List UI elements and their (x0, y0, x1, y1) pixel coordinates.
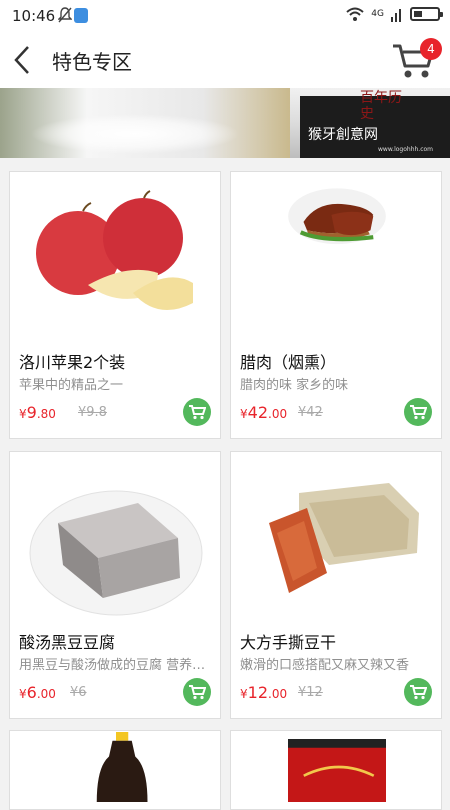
shield-icon (74, 8, 88, 23)
product-name: 酸汤黑豆豆腐 (19, 633, 116, 652)
product-name: 洛川苹果2个装 (19, 353, 126, 372)
page-title: 特色专区 (52, 50, 132, 74)
product-card[interactable]: 大方手撕豆干 嫩滑的口感搭配又麻又辣又香 ¥12.00 ¥12 (230, 451, 442, 719)
product-image-cured-meat (275, 173, 399, 257)
product-image-dried-tofu (249, 453, 425, 625)
product-image-tofu (28, 453, 204, 625)
product-price: ¥42.00 (240, 403, 287, 422)
product-image-bottle (39, 732, 193, 802)
status-time: 10:46 (12, 7, 56, 25)
product-card[interactable] (230, 730, 442, 810)
product-image-apple (28, 173, 204, 345)
cart-add-icon (410, 685, 427, 700)
wifi-icon (346, 7, 364, 21)
price-integer: 9 (26, 403, 37, 422)
promo-banner[interactable]: 猴牙創意网 www.logohhh.com 百年历史 (0, 88, 450, 158)
price-integer: 6 (26, 683, 37, 702)
product-name: 腊肉（烟熏） (240, 353, 337, 372)
product-desc: 苹果中的精品之一 (19, 378, 124, 393)
price-integer: 12 (247, 683, 268, 702)
product-price: ¥12.00 (240, 683, 287, 702)
product-card[interactable]: 腊肉（烟熏） 腊肉的味 家乡的味 ¥42.00 ¥42 (230, 171, 442, 439)
banner-mist (30, 114, 240, 154)
top-nav: 特色专区 4 (0, 32, 450, 88)
product-price: ¥6.00 (19, 683, 56, 702)
battery-icon (410, 7, 443, 21)
add-to-cart-button[interactable] (183, 398, 211, 426)
status-bar: 10:46 4G (0, 0, 450, 32)
signal-icon (391, 9, 401, 22)
currency-symbol: ¥ (19, 687, 27, 701)
product-original-price: ¥12 (298, 685, 323, 700)
price-decimal: .00 (268, 687, 288, 701)
network-type-label: 4G (371, 9, 384, 19)
currency-symbol: ¥ (240, 687, 248, 701)
cart-add-icon (189, 405, 206, 420)
product-desc: 嫩滑的口感搭配又麻又辣又香 (240, 658, 410, 673)
product-name: 大方手撕豆干 (240, 633, 337, 652)
product-original-price: ¥9.8 (78, 405, 107, 420)
cart-count-badge: 4 (420, 38, 442, 60)
price-integer: 42 (247, 403, 268, 422)
banner-stamp: 百年历史 (360, 90, 402, 122)
product-image-package (260, 732, 414, 802)
currency-symbol: ¥ (240, 407, 248, 421)
price-decimal: .00 (268, 407, 288, 421)
add-to-cart-button[interactable] (404, 398, 432, 426)
add-to-cart-button[interactable] (404, 678, 432, 706)
product-card[interactable] (9, 730, 221, 810)
product-desc: 腊肉的味 家乡的味 (240, 378, 349, 393)
price-decimal: .00 (36, 687, 56, 701)
add-to-cart-button[interactable] (183, 678, 211, 706)
banner-site: www.logohhh.com (378, 146, 434, 153)
status-indicators: 4G (345, 6, 443, 22)
product-card[interactable]: 洛川苹果2个装 苹果中的精品之一 ¥9.80 ¥9.8 (9, 171, 221, 439)
product-original-price: ¥6 (70, 685, 87, 700)
product-original-price: ¥42 (298, 405, 323, 420)
product-grid: 洛川苹果2个装 苹果中的精品之一 ¥9.80 ¥9.8 腊肉（烟熏） 腊肉的味 … (0, 158, 450, 810)
product-desc: 用黑豆与酸汤做成的豆腐 营养丰富 (19, 658, 213, 673)
currency-symbol: ¥ (19, 407, 27, 421)
cart-add-icon (410, 405, 427, 420)
cart-add-icon (189, 685, 206, 700)
price-decimal: .80 (36, 407, 56, 421)
back-arrow-icon[interactable] (10, 44, 34, 76)
mute-bell-icon (58, 7, 72, 23)
product-card[interactable]: 酸汤黑豆豆腐 用黑豆与酸汤做成的豆腐 营养丰富 ¥6.00 ¥6 (9, 451, 221, 719)
product-price: ¥9.80 (19, 403, 56, 422)
